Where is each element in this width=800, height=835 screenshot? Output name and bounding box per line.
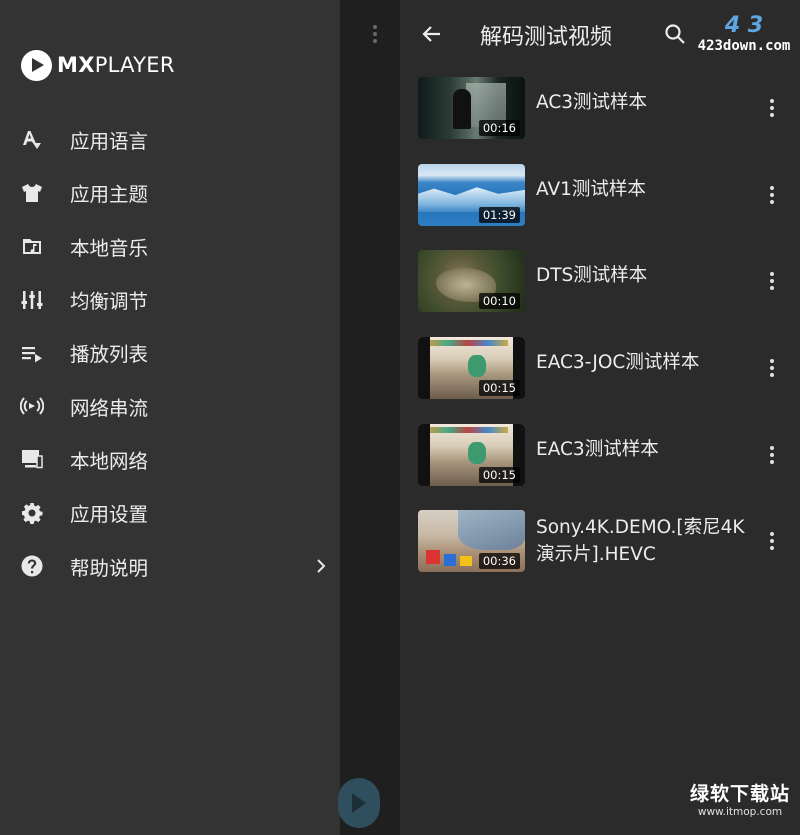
- more-vert-icon[interactable]: [764, 443, 780, 467]
- back-arrow-icon[interactable]: [420, 22, 444, 46]
- playlist-icon: [19, 340, 45, 366]
- top-app-bar: 解码测试视频 4 3 423down.com: [400, 0, 800, 70]
- video-title: EAC3测试样本: [536, 439, 659, 460]
- video-thumbnail: 00:15: [418, 424, 525, 486]
- video-title: DTS测试样本: [536, 265, 648, 286]
- more-vert-icon[interactable]: [764, 96, 780, 120]
- video-title: AV1测试样本: [536, 179, 646, 200]
- gear-icon: [19, 500, 45, 526]
- video-title: AC3测试样本: [536, 92, 648, 113]
- more-vert-icon[interactable]: [764, 183, 780, 207]
- watermark-logo: 4 3: [724, 13, 764, 38]
- more-vert-icon[interactable]: [764, 356, 780, 380]
- watermark-url: 423down.com: [697, 38, 791, 54]
- search-icon[interactable]: [663, 22, 687, 46]
- video-thumbnail: 00:36: [418, 510, 525, 572]
- logo-text: MXPLAYER: [57, 53, 175, 77]
- music-folder-icon: [19, 233, 45, 259]
- video-thumbnail: 00:16: [418, 77, 525, 139]
- theme-shirt-icon: [19, 180, 45, 206]
- menu-label: 本地网络: [70, 449, 149, 473]
- menu-item-equalizer[interactable]: 均衡调节: [0, 273, 340, 326]
- menu-item-app-language[interactable]: 应用语言: [0, 113, 340, 166]
- video-thumbnail: 00:10: [418, 250, 525, 312]
- menu-label: 帮助说明: [70, 556, 149, 580]
- watermark-423down: 4 3 423down.com: [690, 14, 798, 60]
- watermark-title: 绿软下载站: [690, 783, 791, 805]
- navigation-drawer: MXPLAYER 应用语言 应用主题 本地音乐 均衡调节 播放列表 网络串流 本…: [0, 0, 340, 835]
- chevron-right-icon: [313, 558, 329, 574]
- menu-item-network-stream[interactable]: 网络串流: [0, 379, 340, 432]
- duration-badge: 00:16: [478, 120, 520, 136]
- more-vert-icon[interactable]: [764, 529, 780, 553]
- play-fab-button: [338, 778, 380, 828]
- watermark-itmop: 绿软下载站 www.itmop.com: [690, 783, 790, 819]
- watermark-url: www.itmop.com: [697, 806, 783, 818]
- menu-label: 应用主题: [70, 183, 149, 207]
- menu-item-playlist[interactable]: 播放列表: [0, 326, 340, 379]
- more-vert-icon: [367, 22, 383, 46]
- video-item-sony-4k[interactable]: 00:36 Sony.4K.DEMO.[索尼4K演示片].HEVC: [400, 505, 800, 600]
- video-thumbnail: 01:39: [418, 164, 525, 226]
- menu-label: 播放列表: [70, 343, 149, 367]
- duration-badge: 00:10: [478, 293, 520, 309]
- scrim-overlay[interactable]: [340, 0, 400, 835]
- language-icon: [19, 127, 45, 153]
- video-item-eac3[interactable]: 00:15 EAC3测试样本: [400, 419, 800, 499]
- menu-item-app-theme[interactable]: 应用主题: [0, 166, 340, 219]
- menu-item-local-music[interactable]: 本地音乐: [0, 220, 340, 273]
- duration-badge: 00:15: [478, 467, 520, 483]
- menu-item-help[interactable]: 帮助说明: [0, 539, 340, 592]
- page-title: 解码测试视频: [480, 25, 613, 50]
- duration-badge: 00:15: [478, 380, 520, 396]
- menu-item-app-settings[interactable]: 应用设置: [0, 486, 340, 539]
- menu-label: 应用设置: [70, 503, 149, 527]
- video-item-eac3-joc[interactable]: 00:15 EAC3-JOC测试样本: [400, 332, 800, 412]
- duration-badge: 01:39: [478, 207, 520, 223]
- duration-badge: 00:36: [478, 553, 520, 569]
- more-vert-icon[interactable]: [764, 269, 780, 293]
- equalizer-icon: [19, 287, 45, 313]
- menu-label: 本地音乐: [70, 236, 149, 260]
- stream-icon: [19, 393, 45, 419]
- video-thumbnail: 00:15: [418, 337, 525, 399]
- local-network-icon: [19, 446, 45, 472]
- help-icon: [19, 553, 45, 579]
- menu-item-local-network[interactable]: 本地网络: [0, 433, 340, 486]
- video-item-dts[interactable]: 00:10 DTS测试样本: [400, 245, 800, 325]
- menu-label: 均衡调节: [70, 290, 149, 314]
- video-folder-panel: 解码测试视频 4 3 423down.com 00:16 AC3测试样本 01:…: [400, 0, 800, 835]
- video-title: Sony.4K.DEMO.[索尼4K演示片].HEVC: [536, 517, 745, 565]
- menu-label: 网络串流: [70, 396, 149, 420]
- video-item-av1[interactable]: 01:39 AV1测试样本: [400, 159, 800, 239]
- drawer-menu: 应用语言 应用主题 本地音乐 均衡调节 播放列表 网络串流 本地网络 应用设置 …: [0, 113, 340, 593]
- video-title: EAC3-JOC测试样本: [536, 352, 700, 373]
- menu-label: 应用语言: [70, 130, 149, 154]
- video-item-ac3[interactable]: 00:16 AC3测试样本: [400, 72, 800, 152]
- play-logo-icon: [21, 49, 52, 81]
- mx-player-logo: MXPLAYER: [21, 48, 175, 82]
